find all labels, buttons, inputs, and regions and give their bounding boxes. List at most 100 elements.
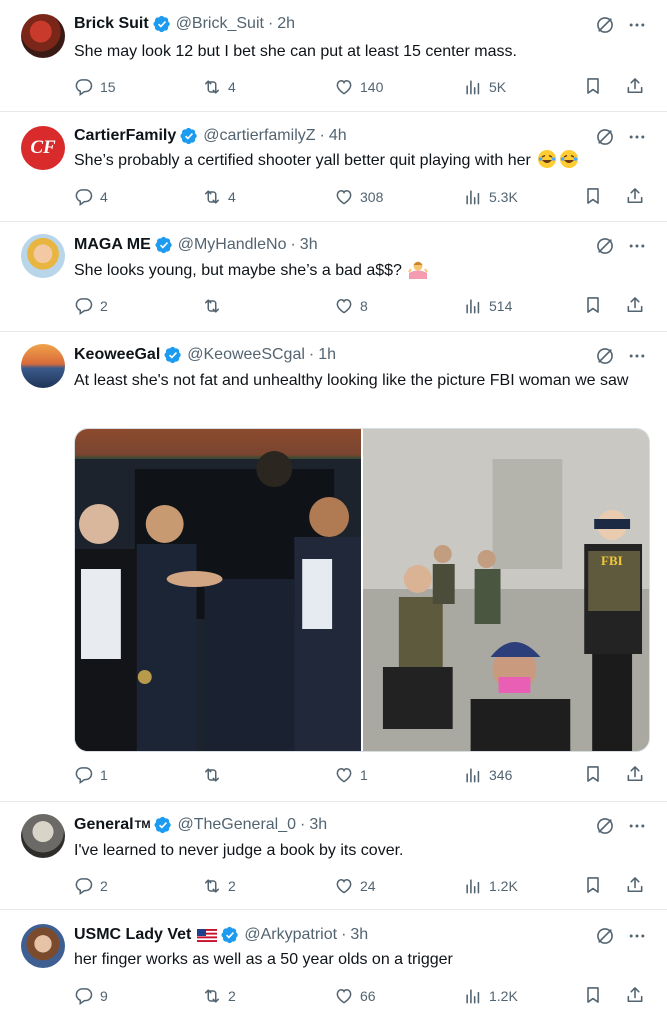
views-button[interactable]: 5.3K xyxy=(463,186,518,208)
more-icon[interactable] xyxy=(627,236,647,256)
more-icon[interactable] xyxy=(627,127,647,147)
user-handle[interactable]: @cartierfamilyZ xyxy=(203,127,315,145)
like-button[interactable]: 66 xyxy=(334,985,376,1007)
display-name[interactable]: Brick Suit xyxy=(74,15,149,33)
media-photo-left[interactable] xyxy=(75,429,361,751)
display-name[interactable]: General xyxy=(74,816,134,834)
more-icon[interactable] xyxy=(627,346,647,366)
bookmark-icon[interactable] xyxy=(583,985,603,1005)
user-handle[interactable]: @Arkypatriot xyxy=(244,926,337,944)
retweet-button[interactable] xyxy=(202,295,234,317)
like-icon xyxy=(334,986,354,1006)
bookmark-icon[interactable] xyxy=(583,764,603,784)
verified-badge-icon xyxy=(154,816,172,834)
separator-dot: · xyxy=(341,926,347,943)
reply-count: 1 xyxy=(100,767,108,783)
views-button[interactable]: 346 xyxy=(463,764,512,786)
reply-button[interactable]: 9 xyxy=(74,985,108,1007)
grok-icon[interactable] xyxy=(595,236,615,256)
retweet-button[interactable] xyxy=(202,764,234,786)
bookmark-icon[interactable] xyxy=(583,186,603,206)
reply-button[interactable]: 2 xyxy=(74,295,108,317)
avatar[interactable]: CF xyxy=(21,126,65,170)
tweet-card[interactable]: KeoweeGal @KeoweeSCgal · 1h At least she… xyxy=(0,332,667,802)
user-handle[interactable]: @Brick_Suit xyxy=(176,15,264,33)
avatar[interactable] xyxy=(21,924,65,968)
avatar[interactable] xyxy=(21,344,65,388)
display-name[interactable]: KeoweeGal xyxy=(74,346,160,364)
tweet-card[interactable]: Brick Suit @Brick_Suit · 2h She may look… xyxy=(0,0,667,112)
more-icon[interactable] xyxy=(627,816,647,836)
retweet-count: 4 xyxy=(228,189,236,205)
grok-icon[interactable] xyxy=(595,926,615,946)
view-count: 1.2K xyxy=(489,878,518,894)
like-button[interactable]: 8 xyxy=(334,295,368,317)
timestamp[interactable]: 3h xyxy=(350,926,368,944)
share-icon[interactable] xyxy=(625,764,645,784)
views-button[interactable]: 514 xyxy=(463,295,512,317)
retweet-button[interactable]: 2 xyxy=(202,875,236,897)
avatar[interactable] xyxy=(21,814,65,858)
fbi-vest-label: FBI xyxy=(601,553,623,568)
user-handle[interactable]: @KeoweeSCgal xyxy=(187,346,305,364)
more-icon[interactable] xyxy=(627,15,647,35)
avatar[interactable] xyxy=(21,234,65,278)
laughing-emoji-icon xyxy=(538,150,557,168)
like-button[interactable]: 24 xyxy=(334,875,376,897)
timestamp[interactable]: 1h xyxy=(318,346,336,364)
like-icon xyxy=(334,765,354,785)
retweet-button[interactable]: 4 xyxy=(202,186,236,208)
display-name[interactable]: CartierFamily xyxy=(74,127,176,145)
views-button[interactable]: 1.2K xyxy=(463,875,518,897)
more-icon[interactable] xyxy=(627,926,647,946)
share-icon[interactable] xyxy=(625,985,645,1005)
tweet-text: her finger works as well as a 50 year ol… xyxy=(74,951,453,968)
share-icon[interactable] xyxy=(625,875,645,895)
tweet-card[interactable]: USMC Lady Vet @Arkypatriot · 3h her fing… xyxy=(0,910,667,1024)
reply-button[interactable]: 2 xyxy=(74,875,108,897)
action-bar: 15 4 140 5K xyxy=(74,76,645,98)
like-button[interactable]: 1 xyxy=(334,764,368,786)
reply-button[interactable]: 15 xyxy=(74,76,116,98)
retweet-button[interactable]: 2 xyxy=(202,985,236,1007)
reply-button[interactable]: 4 xyxy=(74,186,108,208)
tweet-text: She’s probably a certified shooter yall … xyxy=(74,152,531,169)
timestamp[interactable]: 3h xyxy=(300,236,318,254)
shrug-emoji-icon xyxy=(408,261,429,279)
media-photo-right[interactable]: FBI xyxy=(361,429,649,751)
retweet-button[interactable]: 4 xyxy=(202,76,236,98)
reply-button[interactable]: 1 xyxy=(74,764,108,786)
views-button[interactable]: 1.2K xyxy=(463,985,518,1007)
media-gallery[interactable]: FBI xyxy=(74,428,650,752)
grok-icon[interactable] xyxy=(595,127,615,147)
bookmark-icon[interactable] xyxy=(583,875,603,895)
share-icon[interactable] xyxy=(625,76,645,96)
grok-icon[interactable] xyxy=(595,816,615,836)
like-button[interactable]: 140 xyxy=(334,76,383,98)
avatar[interactable] xyxy=(21,14,65,58)
tweet-card[interactable]: CF CartierFamily @cartierfamilyZ · 4h Sh… xyxy=(0,112,667,222)
retweet-icon xyxy=(202,876,222,896)
user-handle[interactable]: @TheGeneral_0 xyxy=(177,816,296,834)
tweet-card[interactable]: MAGA ME @MyHandleNo · 3h She looks young… xyxy=(0,222,667,332)
grok-icon[interactable] xyxy=(595,15,615,35)
photo-illustration xyxy=(363,429,649,751)
separator-dot: · xyxy=(308,346,315,363)
share-icon[interactable] xyxy=(625,295,645,315)
timestamp[interactable]: 4h xyxy=(329,127,347,145)
grok-icon[interactable] xyxy=(595,346,615,366)
timestamp[interactable]: 2h xyxy=(277,15,295,33)
bookmark-icon[interactable] xyxy=(583,76,603,96)
reply-icon xyxy=(74,187,94,207)
display-name[interactable]: MAGA ME xyxy=(74,236,151,254)
share-icon[interactable] xyxy=(625,186,645,206)
bookmark-icon[interactable] xyxy=(583,295,603,315)
timestamp[interactable]: 3h xyxy=(309,816,327,834)
user-handle[interactable]: @MyHandleNo xyxy=(178,236,287,254)
separator-dot: · xyxy=(290,236,296,253)
like-button[interactable]: 308 xyxy=(334,186,383,208)
display-name[interactable]: USMC Lady Vet xyxy=(74,926,191,944)
verified-badge-icon xyxy=(153,15,171,33)
views-button[interactable]: 5K xyxy=(463,76,506,98)
tweet-card[interactable]: General TM @TheGeneral_0 · 3h I've learne… xyxy=(0,802,667,910)
